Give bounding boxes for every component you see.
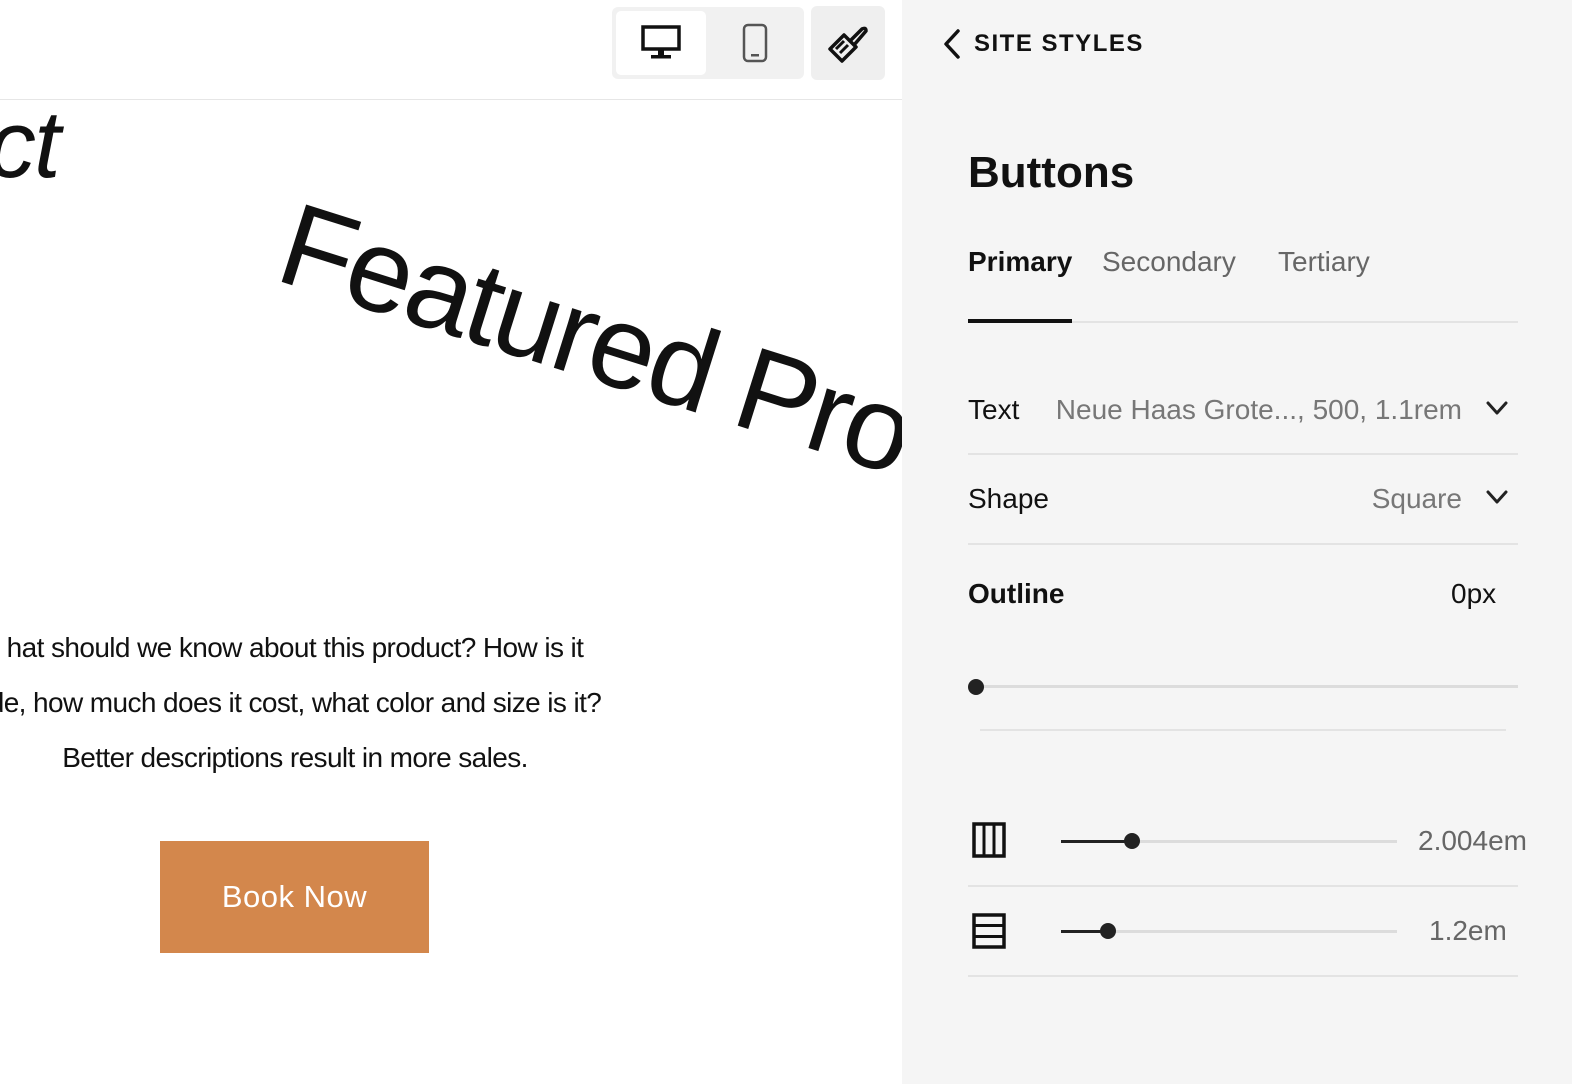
divider: [980, 729, 1506, 731]
tab-primary[interactable]: Primary: [968, 246, 1072, 278]
tab-tertiary[interactable]: Tertiary: [1278, 246, 1370, 278]
mobile-phone-icon: [742, 23, 768, 63]
text-label: Text: [968, 394, 1020, 425]
padding-vertical-handle[interactable]: [1100, 923, 1117, 939]
divider: [968, 885, 1518, 887]
editor-toolbar: [0, 0, 902, 100]
chevron-left-icon: [944, 29, 960, 59]
mobile-view-button[interactable]: [710, 11, 800, 75]
featured-heading: Featured Produ: [264, 177, 902, 538]
panel-title: Buttons: [968, 148, 1135, 197]
chevron-down-icon: [1486, 490, 1508, 504]
paintbrush-icon: [828, 26, 868, 63]
site-styles-panel: SITE STYLES Buttons Primary Secondary Te…: [902, 0, 1572, 1084]
description-line: hat should we know about this product? H…: [6, 632, 584, 663]
padding-vertical-icon: [972, 913, 1006, 949]
desktop-view-button[interactable]: [616, 11, 706, 75]
shape-label: Shape: [968, 483, 1049, 514]
chevron-down-icon: [1486, 401, 1508, 415]
outline-slider-handle[interactable]: [968, 679, 984, 695]
padding-horizontal-icon: [972, 822, 1006, 858]
text-style-row[interactable]: Text Neue Haas Grote..., 500, 1.1rem: [968, 364, 1518, 455]
back-to-site-styles[interactable]: SITE STYLES: [942, 26, 1144, 62]
desktop-monitor-icon: [641, 25, 681, 59]
outline-value: 0px: [1451, 578, 1497, 609]
description-line: de, how much does it cost, what color an…: [0, 687, 602, 718]
product-description: hat should we know about this product? H…: [0, 620, 630, 785]
button-type-tabs: Primary Secondary Tertiary: [968, 246, 1518, 323]
site-styles-button[interactable]: [811, 6, 885, 80]
divider: [968, 975, 1518, 977]
outline-slider-track[interactable]: [976, 685, 1518, 688]
shape-row[interactable]: Shape Square: [968, 455, 1518, 545]
device-view-toggle: [612, 7, 804, 79]
shape-value: Square: [1371, 483, 1462, 514]
active-tab-indicator: [968, 319, 1072, 323]
padding-horizontal-fill: [1061, 840, 1132, 843]
padding-vertical-value: 1.2em: [1429, 915, 1507, 946]
padding-horizontal-handle[interactable]: [1123, 833, 1140, 849]
padding-horizontal-value: 2.004em: [1418, 825, 1527, 856]
back-label: SITE STYLES: [974, 30, 1144, 57]
book-now-button[interactable]: Book Now: [160, 841, 429, 953]
text-value: Neue Haas Grote..., 500, 1.1rem: [1055, 394, 1462, 425]
page-heading-fragment: ct: [0, 91, 61, 198]
outline-label: Outline: [968, 578, 1065, 609]
tab-secondary[interactable]: Secondary: [1102, 246, 1236, 278]
description-line: Better descriptions result in more sales…: [62, 742, 528, 773]
site-preview-canvas: ct Featured Produ hat should we know abo…: [0, 0, 902, 1084]
